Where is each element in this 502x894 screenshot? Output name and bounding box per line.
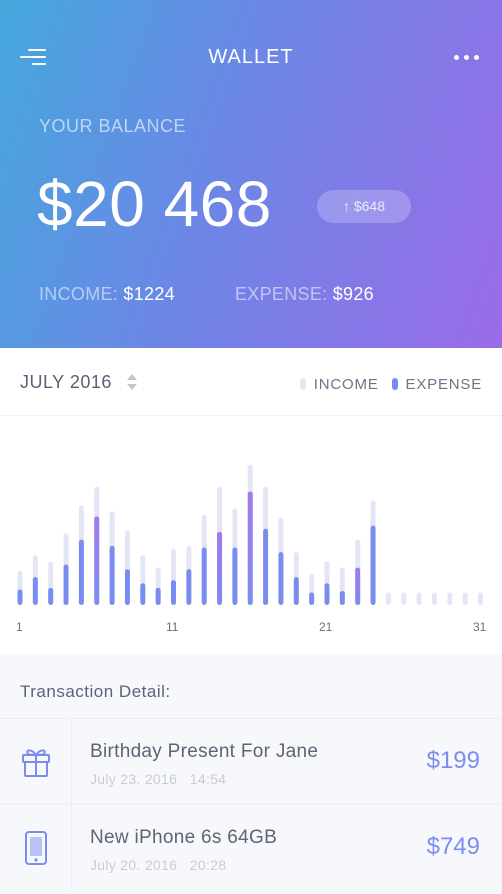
expense-summary-value: $926 — [332, 284, 374, 304]
expense-bar — [94, 516, 100, 605]
x-tick-label: 21 — [319, 620, 333, 634]
transaction-row[interactable]: Birthday Present For Jane July 23. 2016 … — [0, 718, 502, 805]
transaction-time: 14:54 — [189, 771, 227, 787]
balance-change-badge: ↑ $648 — [317, 190, 411, 223]
income-bar — [447, 592, 453, 605]
expense-bar — [63, 564, 69, 605]
expense-bar — [124, 569, 130, 605]
transaction-time: 20:28 — [189, 857, 227, 873]
legend-expense-swatch — [391, 378, 398, 390]
income-summary-value: $1224 — [123, 284, 175, 304]
app-title: WALLET — [208, 46, 294, 68]
income-bar — [478, 592, 483, 605]
expense-bar — [171, 580, 176, 605]
transaction-detail-title: Transaction Detail: — [20, 682, 171, 701]
transaction-amount: $749 — [426, 833, 480, 860]
expense-bar — [32, 577, 38, 605]
income-bar — [401, 592, 407, 605]
expense-bar — [186, 569, 192, 605]
expense-bar — [217, 531, 223, 605]
expense-bar — [232, 547, 238, 605]
income-bar — [431, 592, 437, 605]
expense-bar — [293, 577, 299, 605]
expense-bar — [109, 545, 115, 605]
legend-income: INCOME — [299, 376, 379, 393]
chart-plot — [17, 465, 483, 605]
gift-icon — [0, 719, 72, 805]
transaction-datetime: July 23. 2016 14:54 — [90, 771, 226, 787]
balance-header: WALLET YOUR BALANCE $20 468 ↑ $648 INCOM… — [0, 0, 502, 348]
expense-bar — [17, 589, 23, 605]
daily-bar-chart: 1 11 21 31 — [0, 418, 502, 654]
income-summary-label: INCOME: — [39, 284, 119, 304]
income-bar — [385, 592, 391, 605]
sort-arrows-icon — [127, 373, 138, 391]
transaction-date: July 20. 2016 — [90, 857, 178, 873]
transaction-name: New iPhone 6s 64GB — [90, 827, 278, 848]
legend-income-label: INCOME — [313, 376, 379, 393]
balance-label: YOUR BALANCE — [39, 116, 187, 136]
transaction-datetime: July 20. 2016 20:28 — [90, 857, 226, 873]
expense-bar — [370, 525, 376, 605]
wallet-app: WALLET YOUR BALANCE $20 468 ↑ $648 INCOM… — [0, 0, 502, 894]
income-bar — [416, 592, 422, 605]
top-bar: WALLET — [0, 30, 502, 86]
expense-bar — [355, 567, 361, 605]
expense-bar — [48, 587, 54, 605]
legend-expense-label: EXPENSE — [405, 376, 482, 393]
transaction-amount: $199 — [426, 747, 480, 774]
month-label: JULY 2016 — [20, 372, 112, 392]
balance-amount: $20 468 — [37, 168, 272, 240]
legend-expense: EXPENSE — [391, 376, 482, 393]
expense-summary: EXPENSE: $926 — [235, 284, 374, 305]
expense-summary-label: EXPENSE: — [235, 284, 328, 304]
legend-income-swatch — [299, 378, 306, 390]
expense-bar — [263, 528, 269, 605]
expense-bar — [247, 491, 253, 605]
transaction-name: Birthday Present For Jane — [90, 741, 319, 762]
transaction-date: July 23. 2016 — [90, 771, 178, 787]
expense-bar — [78, 539, 84, 605]
income-bar — [462, 592, 468, 605]
smartphone-icon — [0, 805, 72, 891]
expense-bar — [339, 591, 345, 605]
expense-bar — [324, 583, 330, 605]
chart-header: JULY 2016 INCOME EXPENSE — [0, 348, 502, 416]
more-dots-icon[interactable] — [452, 46, 482, 68]
x-tick-label: 11 — [166, 620, 179, 634]
expense-bar — [201, 547, 207, 605]
transaction-detail-section: Transaction Detail: Birthday Present For… — [0, 654, 502, 894]
expense-bar — [140, 583, 146, 605]
income-summary: INCOME: $1224 — [39, 284, 175, 305]
x-tick-label: 31 — [473, 620, 487, 634]
chart-legend: INCOME EXPENSE — [292, 376, 482, 393]
expense-bar — [278, 552, 284, 605]
transaction-row[interactable]: New iPhone 6s 64GB July 20. 2016 20:28 $… — [0, 804, 502, 891]
expense-bar — [155, 587, 161, 605]
month-selector[interactable]: JULY 2016 — [20, 372, 138, 393]
expense-bar — [309, 592, 315, 605]
x-tick-label: 1 — [16, 620, 23, 634]
